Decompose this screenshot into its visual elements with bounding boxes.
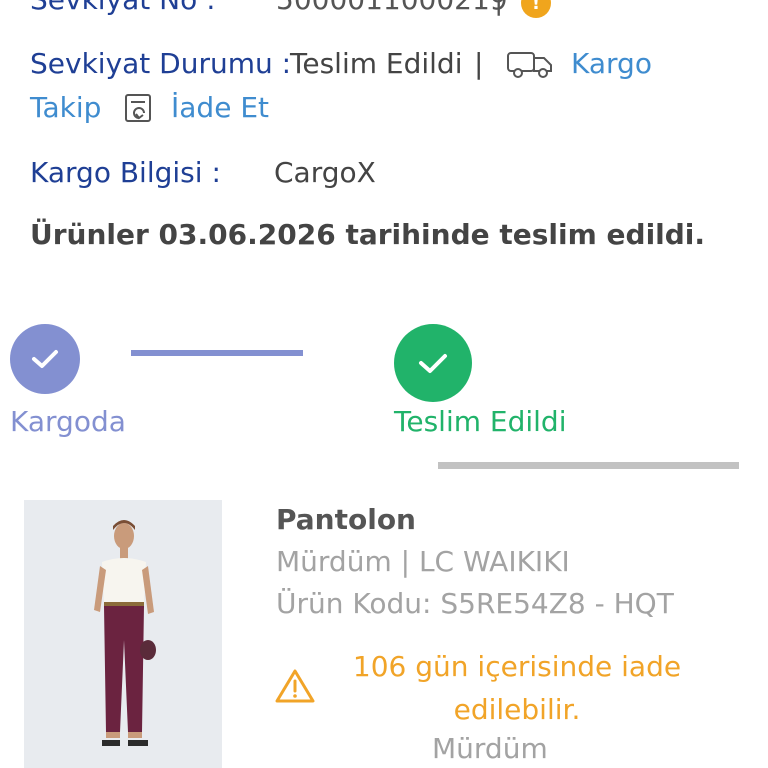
shipment-number-label: Sevkiyat No : xyxy=(30,0,216,18)
cargo-info-label: Kargo Bilgisi : xyxy=(30,156,221,189)
product-color-brand: Mürdüm | LC WAIKIKI xyxy=(276,545,570,578)
step-shipping-check-icon xyxy=(10,324,80,394)
status-separator: | xyxy=(474,47,484,80)
step-delivered-check-icon xyxy=(394,324,472,402)
return-link[interactable]: İade Et xyxy=(171,90,269,126)
delivered-message: Ürünler 03.06.2026 tarihinde teslim edil… xyxy=(30,218,706,251)
cargo-track-link-line1[interactable]: Kargo xyxy=(571,46,652,82)
product-image[interactable] xyxy=(24,500,222,768)
shipment-status-value: Teslim Edildi xyxy=(290,47,463,80)
separator: | xyxy=(494,0,503,18)
warning-icon xyxy=(274,668,316,708)
cargo-info-value: CargoX xyxy=(274,156,376,189)
product-color: Mürdüm xyxy=(432,732,548,765)
shipment-number-value: 5000011000219 xyxy=(276,0,508,18)
cargo-track-link-line2[interactable]: Takip xyxy=(30,90,101,126)
shipment-status-label: Sevkiyat Durumu : xyxy=(30,47,292,80)
product-code: Ürün Kodu: S5RE54Z8 - HQT xyxy=(276,587,674,620)
return-notice: 106 gün içerisinde iade edilebilir. xyxy=(352,650,682,726)
return-icon[interactable] xyxy=(122,92,156,128)
truck-icon[interactable] xyxy=(506,49,554,83)
divider xyxy=(438,462,739,469)
progress-line xyxy=(131,350,303,356)
step-delivered-label: Teslim Edildi xyxy=(394,405,567,438)
product-name: Pantolon xyxy=(276,503,416,536)
info-icon[interactable]: ! xyxy=(521,0,551,18)
step-shipping-label: Kargoda xyxy=(10,405,126,438)
